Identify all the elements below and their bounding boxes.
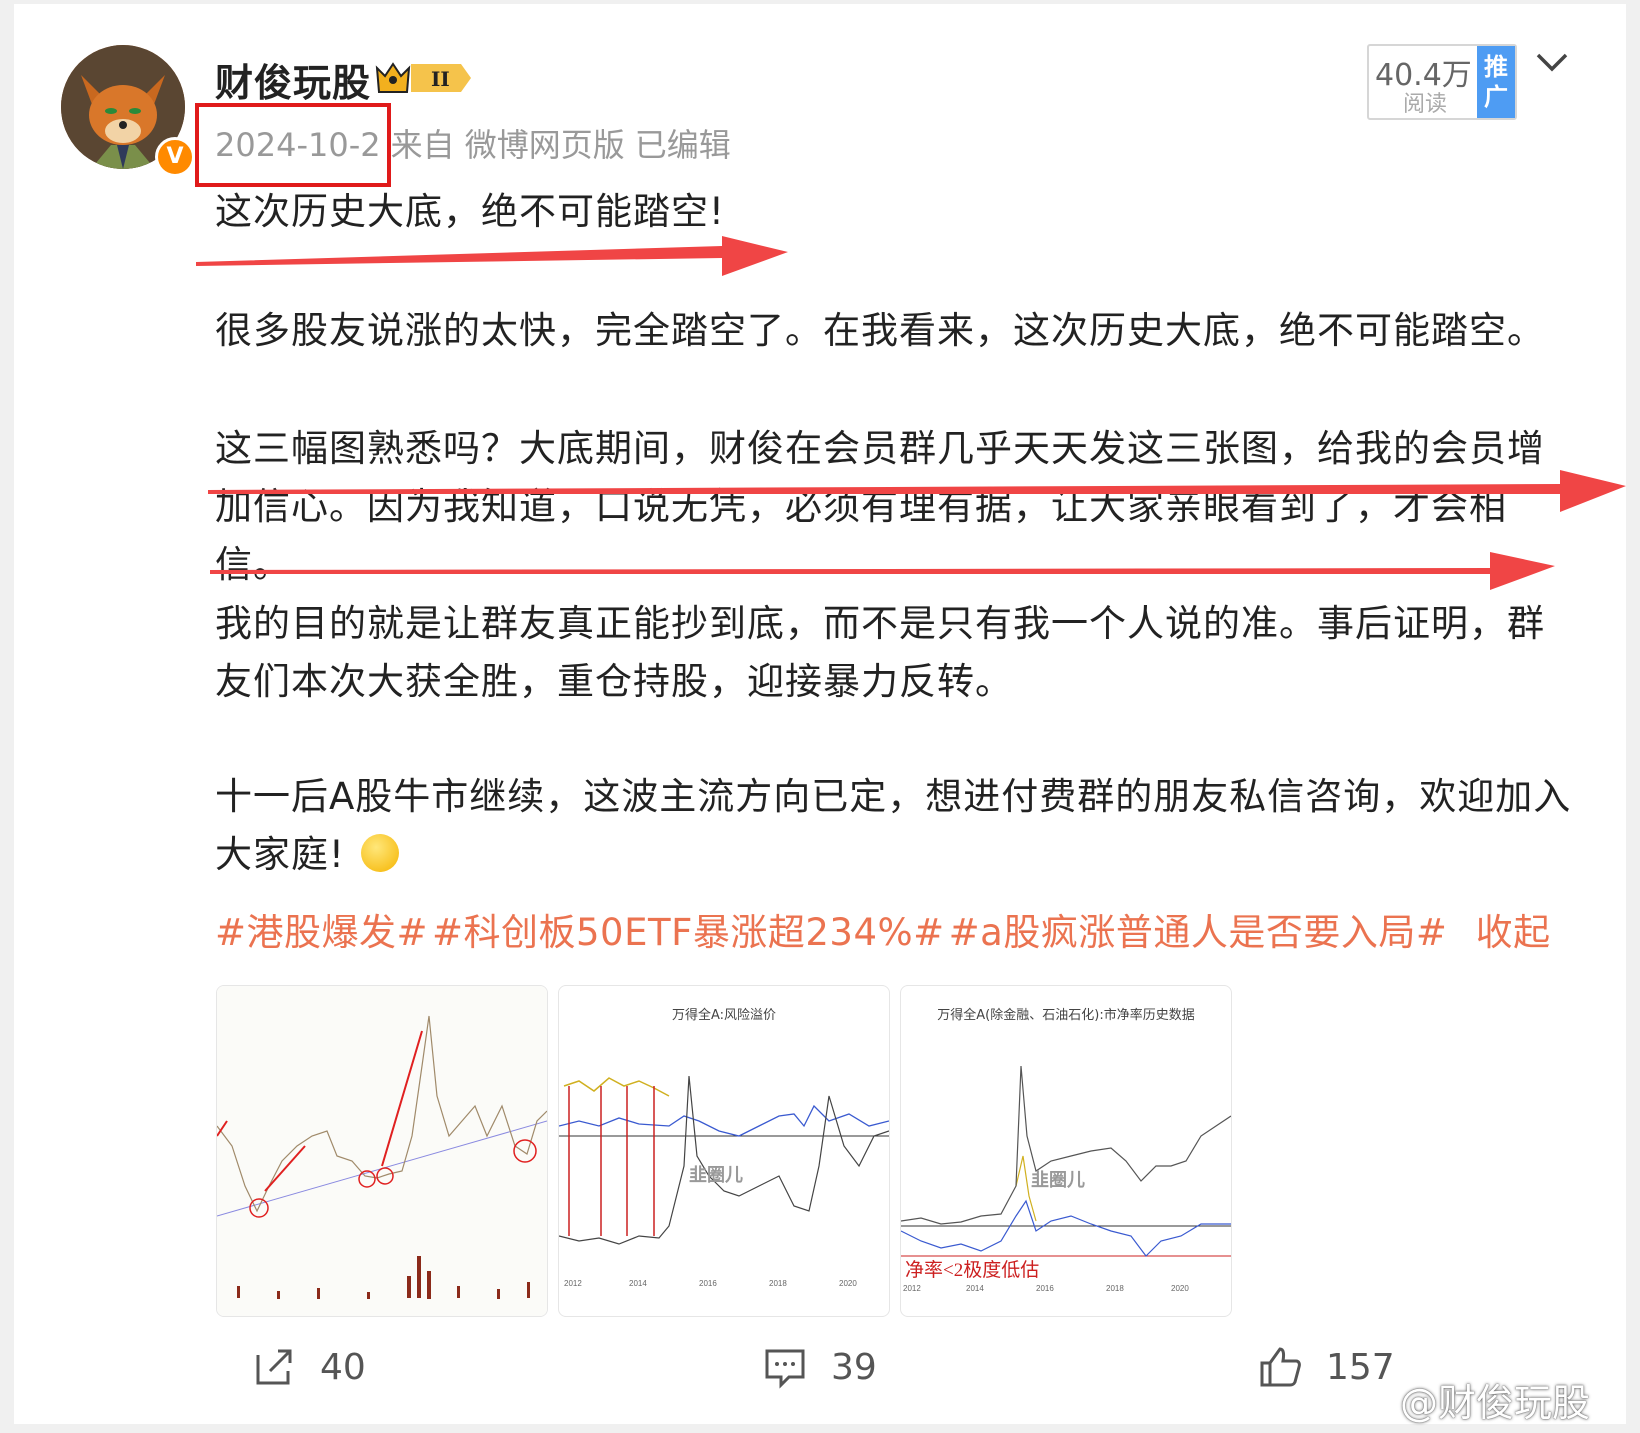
chevron-down-icon[interactable] (1535, 50, 1569, 76)
post-paragraph: 我的目的就是让群友真正能抄到底，而不是只有我一个人说的准。事后证明，群友们本次大… (215, 602, 1545, 703)
chart-title: 万得全A:风险溢价 (671, 1008, 777, 1023)
like-button[interactable]: 157 (1258, 1345, 1395, 1389)
post-paragraph: 很多股友说涨的太快，完全踏空了。在我看来，这次历史大底，绝不可能踏空。 (215, 309, 1545, 352)
edited-label[interactable]: 已编辑 (635, 126, 731, 164)
post-paragraph: 这三幅图熟悉吗？大底期间，财俊在会员群几乎天天发这三张图，给我的会员增加信心。因… (215, 427, 1545, 586)
chart-annotation: 净率<2极度低估 (905, 1259, 1039, 1281)
date-highlight-box (195, 103, 391, 187)
share-count: 40 (320, 1346, 366, 1388)
weibo-watermark: @财俊玩股 (1400, 1381, 1591, 1425)
comment-icon (765, 1349, 805, 1389)
x-tick-label: 2020 (839, 1279, 857, 1288)
hashtag-link[interactable]: #a股疯涨普通人是否要入局# (949, 911, 1448, 954)
post-image-thumbnail[interactable] (216, 985, 548, 1317)
collapse-link[interactable]: 收起 (1476, 911, 1551, 954)
promote-button[interactable]: 推广 (1477, 46, 1515, 118)
hashtag-link[interactable]: #港股爆发# (215, 911, 428, 954)
x-tick-label: 2018 (1106, 1284, 1124, 1293)
level-text: II (431, 67, 450, 91)
hashtag-row: #港股爆发# #科创板50ETF暴涨超234%# #a股疯涨普通人是否要入局# 收起 (215, 902, 1555, 956)
verified-badge-icon: V (155, 137, 195, 177)
like-count: 157 (1326, 1346, 1395, 1388)
share-button[interactable]: 40 (252, 1345, 366, 1389)
x-tick-label: 2012 (903, 1284, 921, 1293)
x-tick-label: 2012 (564, 1279, 582, 1288)
read-label: 阅读 (1403, 92, 1448, 117)
thumbs-up-icon (1260, 1347, 1301, 1387)
post-paragraph: 十一后A股牛市继续，这波主流方向已定，想进付费群的朋友私信咨询，欢迎加入大家庭! (215, 768, 1575, 884)
chart-watermark: 韭圈儿 (1031, 1170, 1085, 1190)
comment-count: 39 (831, 1346, 877, 1388)
x-tick-label: 2014 (966, 1284, 984, 1293)
x-tick-label: 2018 (769, 1279, 787, 1288)
post-paragraph-text: 十一后A股牛市继续，这波主流方向已定，想进付费群的朋友私信咨询，欢迎加入大家庭! (215, 775, 1572, 876)
author-name[interactable]: 财俊玩股 (215, 52, 371, 107)
x-tick-label: 2014 (629, 1279, 647, 1288)
smile-emoji-icon (360, 833, 399, 872)
comment-button[interactable]: 39 (763, 1345, 877, 1389)
read-count-box[interactable]: 40.4万 阅读 推广 (1367, 44, 1517, 120)
x-tick-label: 2020 (1171, 1284, 1189, 1293)
crown-level-icon: II (375, 58, 475, 98)
post-image-thumbnail[interactable]: 万得全A:风险溢价 韭圈儿 2012 2014 2016 2018 2020 (558, 985, 890, 1317)
chart-title: 万得全A(除金融、石油石化):市净率历史数据 (937, 1008, 1195, 1023)
post-paragraph: 这次历史大底，绝不可能踏空! (215, 190, 725, 233)
share-icon (256, 1349, 292, 1385)
chart-watermark: 韭圈儿 (689, 1165, 743, 1185)
post-image-thumbnail[interactable]: 万得全A(除金融、石油石化):市净率历史数据 韭圈儿 净率<2极度低估 2012… (900, 985, 1232, 1317)
x-tick-label: 2016 (1036, 1284, 1054, 1293)
hashtag-link[interactable]: #科创板50ETF暴涨超234%# (432, 911, 945, 954)
x-tick-label: 2016 (699, 1279, 717, 1288)
post-source: 来自 微博网页版 (390, 126, 625, 164)
